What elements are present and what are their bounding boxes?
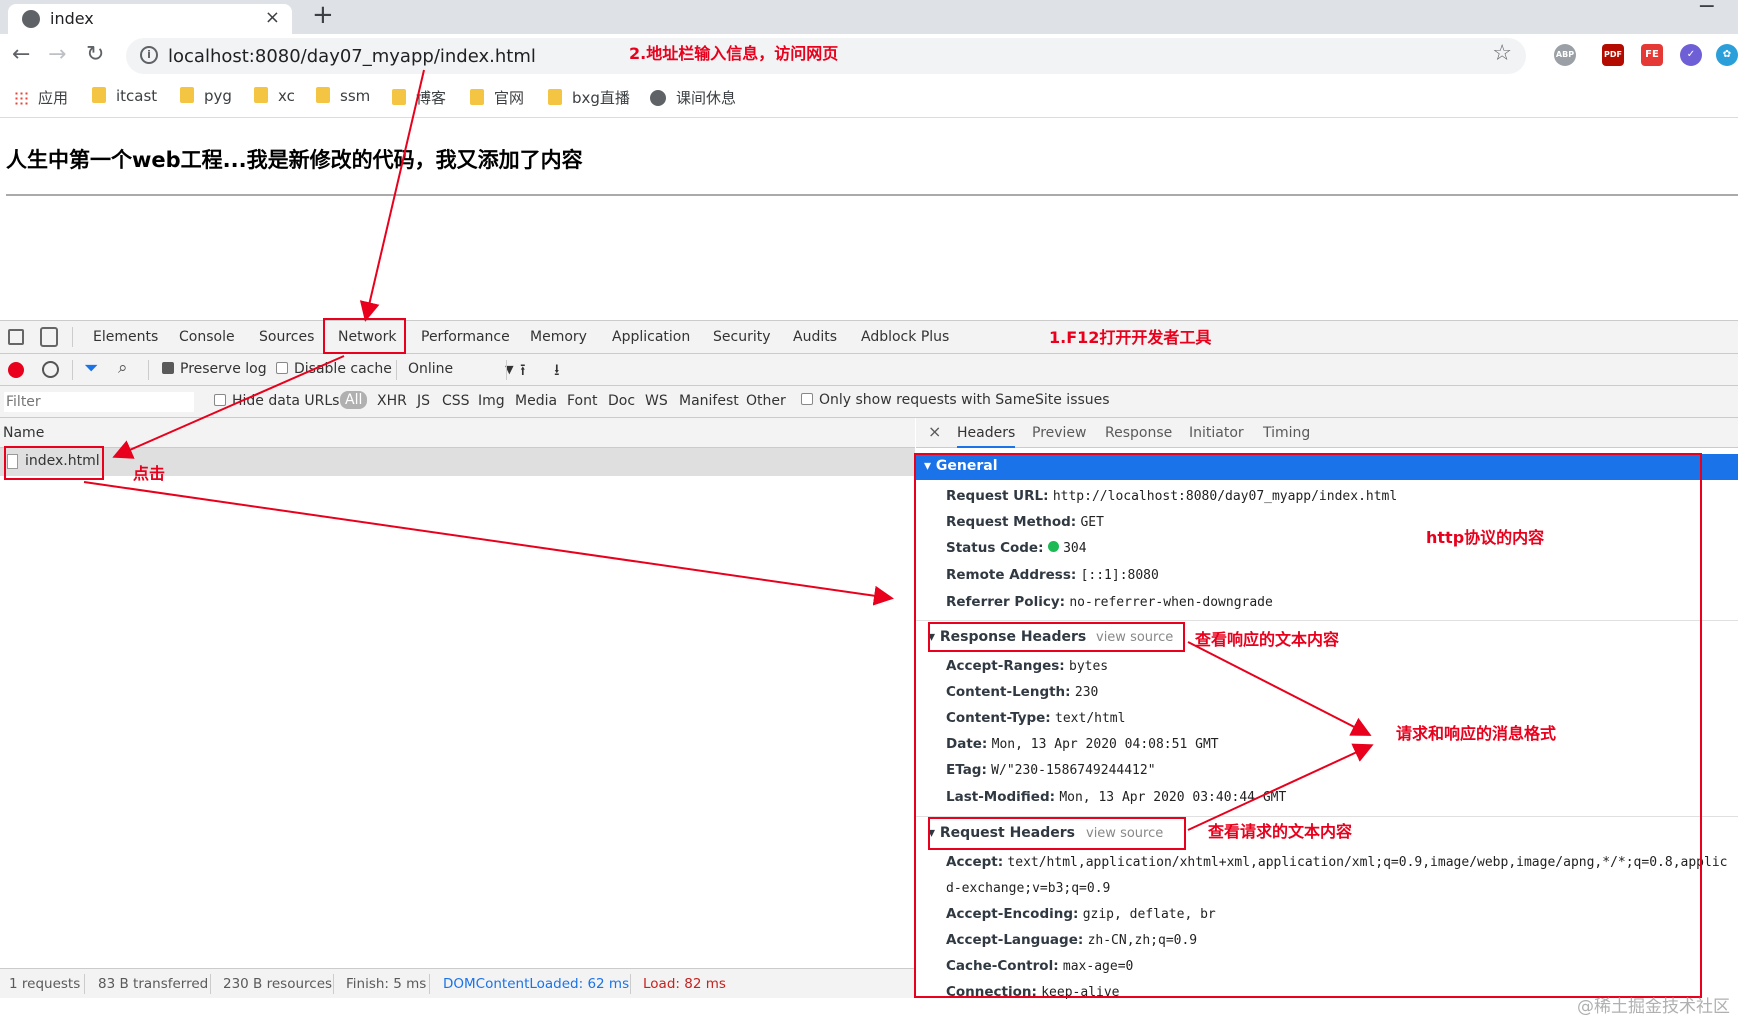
annotation-view-request: 查看请求的文本内容 [1208, 822, 1353, 841]
watermark: @稀土掘金技术社区 [1577, 997, 1730, 1017]
annotation-http-content: http协议的内容 [1426, 528, 1545, 547]
arrow-response-to-format [1187, 641, 1372, 736]
annotation-view-response: 查看响应的文本内容 [1195, 630, 1340, 649]
annotation-address-bar: 2.地址栏输入信息，访问网页 [629, 44, 839, 63]
annotation-message-format: 请求和响应的消息格式 [1396, 724, 1557, 743]
annotation-arrows [83, 69, 1374, 831]
arrow-address-to-network [359, 69, 425, 322]
arrow-network-to-request [112, 355, 345, 459]
annotation-f12: 1.F12打开开发者工具 [1049, 328, 1212, 347]
annotation-click: 点击 [133, 464, 166, 483]
arrow-request-to-headers [83, 481, 894, 606]
